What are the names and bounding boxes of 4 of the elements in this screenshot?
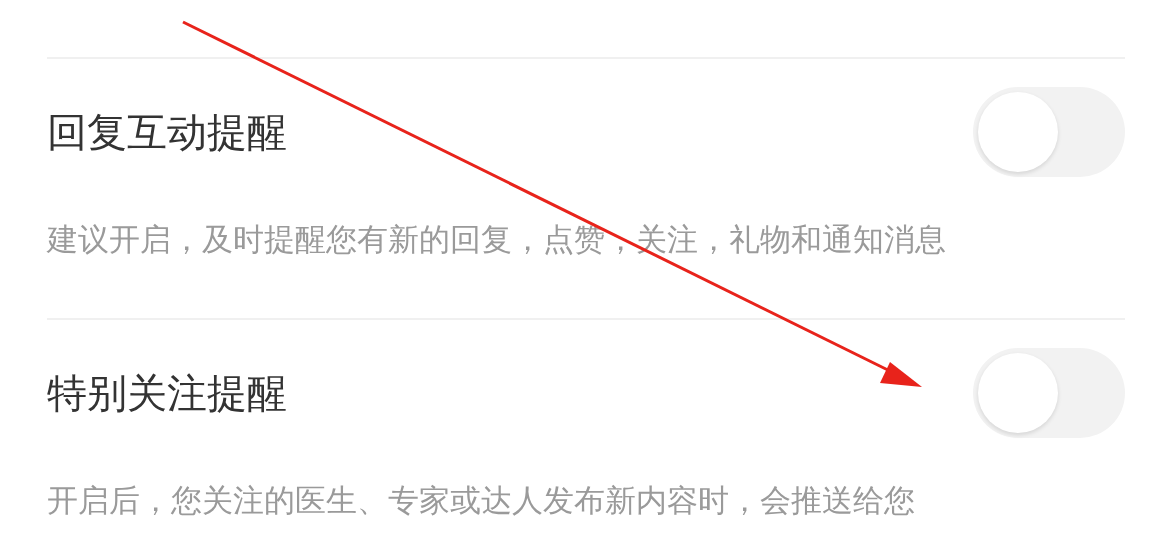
setting-title: 特别关注提醒 bbox=[47, 368, 287, 418]
setting-description: 开启后，您关注的医生、专家或达人发布新内容时，会推送给您 bbox=[47, 481, 916, 520]
setting-description: 建议开启，及时提醒您有新的回复，点赞，关注，礼物和通知消息 bbox=[47, 220, 947, 259]
setting-title: 回复互动提醒 bbox=[47, 107, 287, 157]
